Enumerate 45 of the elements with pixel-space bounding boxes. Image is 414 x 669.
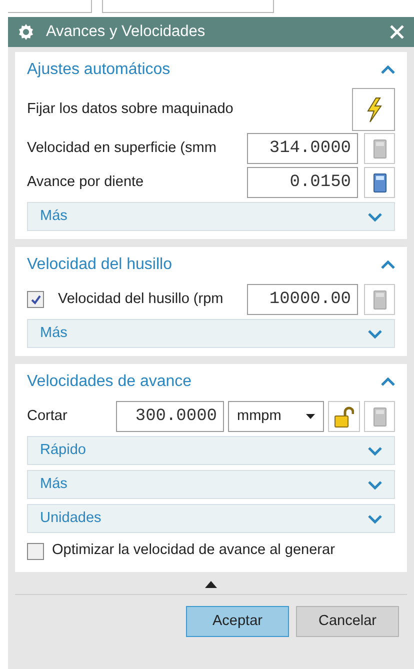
collapse-chevron-icon[interactable]	[381, 260, 395, 270]
open-lock-icon	[334, 406, 354, 428]
section-title[interactable]: Velocidad del husillo	[27, 253, 172, 277]
calculator-icon	[372, 406, 386, 426]
window-title: Avances y Velocidades	[46, 22, 206, 42]
row-label: Cortar	[27, 406, 68, 426]
dialog-button[interactable]: Aceptar	[186, 606, 289, 637]
number-field[interactable]: 0.0150	[247, 167, 358, 198]
row-label: Velocidad del husillo (rpm	[57, 290, 224, 309]
checkbox[interactable]	[27, 542, 44, 560]
calculator-button[interactable]	[364, 167, 395, 198]
row-label: Velocidad en superficie (smm	[27, 138, 218, 158]
unit-dropdown[interactable]: mmpm	[228, 401, 324, 432]
expand-chevron-icon[interactable]	[368, 446, 382, 456]
calculator-icon	[372, 172, 386, 192]
expand-chevron-icon[interactable]	[368, 480, 382, 490]
number-field[interactable]: 314.0000	[247, 133, 358, 164]
expand-chevron-icon[interactable]	[368, 514, 382, 524]
checkbox[interactable]	[27, 291, 44, 308]
collapse-chevron-icon[interactable]	[381, 65, 395, 75]
expand-chevron-icon[interactable]	[368, 328, 382, 338]
section-title[interactable]: Velocidades de avance	[27, 370, 192, 394]
number-field[interactable]: 300.0000	[116, 401, 224, 432]
row-label: Avance por diente	[27, 172, 145, 192]
checkbox-option[interactable]: Optimizar la velocidad de avance al generar	[27, 536, 395, 566]
calculator-icon	[372, 290, 386, 310]
collapse-chevron-icon[interactable]	[381, 377, 395, 387]
more-options-bar[interactable]: Rápido	[27, 436, 395, 465]
section-title[interactable]: Ajustes automáticos	[27, 58, 170, 82]
lock-button[interactable]	[328, 401, 360, 432]
calculator-icon	[372, 138, 386, 158]
more-options-bar[interactable]: Más	[27, 319, 395, 348]
expand-arrow-icon[interactable]	[205, 581, 217, 588]
checkmark-icon	[30, 294, 42, 306]
dropdown-arrow-icon	[306, 414, 315, 419]
expand-chevron-icon[interactable]	[368, 212, 382, 222]
number-field[interactable]: 10000.00	[247, 284, 358, 315]
more-options-bar[interactable]: Más	[27, 470, 395, 499]
more-options-bar[interactable]: Más	[27, 202, 395, 231]
close-icon[interactable]	[390, 25, 404, 39]
more-options-bar[interactable]: Unidades	[27, 504, 395, 533]
set-data-button[interactable]	[352, 88, 395, 131]
dialog-button[interactable]: Cancelar	[296, 606, 399, 637]
gear-icon	[18, 24, 34, 40]
row-label: Fijar los datos sobre maquinado	[27, 100, 234, 119]
